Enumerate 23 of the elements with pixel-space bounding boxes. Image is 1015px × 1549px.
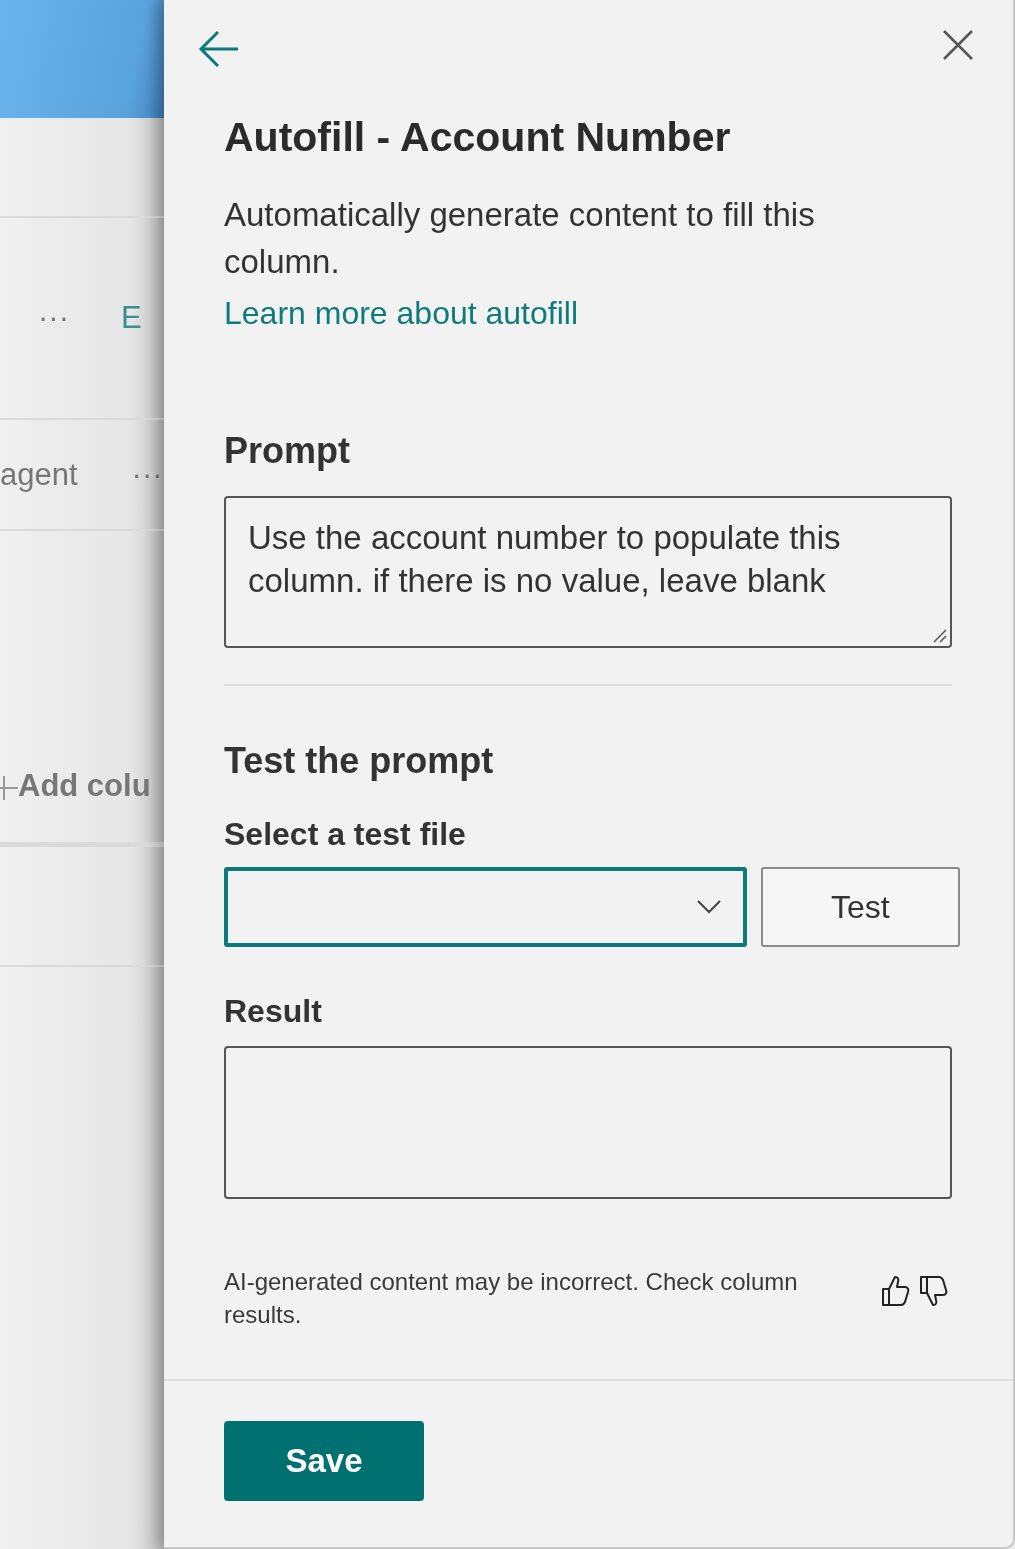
thumbs-up-icon[interactable] — [880, 1275, 910, 1307]
more-button[interactable]: ··· — [131, 456, 163, 493]
prompt-field[interactable]: Use the account number to populate this column. if there is no value, leave blank — [224, 496, 952, 648]
learn-more-link[interactable]: Learn more about autofill — [224, 295, 952, 332]
plus-icon — [0, 776, 18, 800]
back-button[interactable] — [198, 30, 240, 68]
save-button[interactable]: Save — [224, 1421, 424, 1501]
panel-title: Autofill - Account Number — [224, 114, 732, 161]
chevron-down-icon — [696, 900, 721, 914]
resize-grip-icon — [933, 629, 947, 643]
result-label: Result — [224, 993, 323, 1030]
file-dropdown[interactable] — [224, 867, 747, 947]
edit-link[interactable]: E — [121, 300, 142, 336]
test-heading: Test the prompt — [224, 740, 495, 782]
more-button[interactable]: ··· — [38, 300, 69, 336]
prompt-heading: Prompt — [224, 430, 351, 472]
test-button[interactable]: Test — [760, 867, 960, 947]
column-label: agent — [0, 456, 78, 493]
description-text: Automatically generate content to fill this column. — [224, 195, 816, 282]
disclaimer-text: AI-generated content may be incorrect. Check column results. — [224, 1267, 799, 1330]
field-label: Select a test file — [224, 816, 467, 853]
add-column-button[interactable]: Add colu — [18, 768, 151, 804]
thumbs-down-icon[interactable] — [918, 1275, 948, 1307]
